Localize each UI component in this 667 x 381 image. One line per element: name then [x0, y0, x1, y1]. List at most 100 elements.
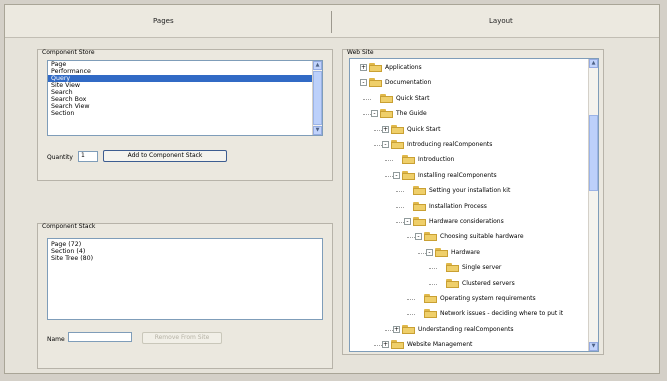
folder-icon [380, 93, 393, 103]
folder-icon [402, 155, 415, 165]
component-store-group: Component Store Page Performance Query Site… [37, 49, 333, 181]
folder-icon [369, 78, 382, 88]
component-stack-item[interactable]: Section (4) [48, 248, 322, 255]
quantity-input[interactable]: 1 [78, 151, 98, 162]
tree-node[interactable]: - Hardware considerations [404, 215, 504, 229]
scroll-down-icon[interactable]: ▼ [313, 126, 322, 135]
component-store-title: Component Store [42, 49, 95, 56]
folder-icon [446, 263, 459, 273]
tree-scroll-up-icon[interactable]: ▲ [589, 59, 598, 68]
expand-icon[interactable]: + [382, 341, 389, 349]
tree-scroll-thumb[interactable] [589, 115, 598, 191]
tree-node[interactable]: Quick Start [371, 92, 430, 106]
tree-node-label: Introduction [418, 156, 455, 164]
tree-node-label: Clustered servers [462, 279, 515, 287]
layout-column-title: Layout [489, 17, 513, 25]
tree-node[interactable]: + Website Management [382, 338, 473, 351]
component-store-item[interactable]: Site View [48, 82, 322, 89]
tree-node[interactable]: - Introducing realComponents [382, 138, 492, 152]
tree-node[interactable]: - Hardware [426, 246, 480, 260]
expand-icon[interactable]: + [360, 64, 367, 71]
tree-node[interactable]: Operating system requirements [415, 292, 536, 306]
tree-node[interactable]: Installation Process [404, 200, 487, 214]
scroll-thumb[interactable] [313, 71, 322, 125]
tree-node-label: Introducing realComponents [407, 141, 493, 148]
tree-node-label: The Guide [396, 110, 427, 118]
name-label: Name [47, 336, 65, 343]
tree-node-label: Quick Start [396, 94, 430, 102]
tree-node-label: Installing realComponents [418, 171, 497, 179]
collapse-icon[interactable]: - [393, 171, 400, 179]
pages-column-title: Pages [153, 17, 174, 25]
folder-icon [402, 324, 415, 334]
component-store-item[interactable]: Performance [48, 68, 322, 75]
tree-node[interactable]: - Documentation [360, 76, 431, 90]
folder-icon [380, 109, 393, 119]
tree-node[interactable]: Introduction [393, 153, 454, 167]
component-store-item[interactable]: Section [48, 110, 322, 117]
expand-icon[interactable]: + [382, 125, 389, 133]
tree-node-label: Documentation [385, 79, 432, 87]
collapse-icon[interactable]: - [426, 248, 433, 256]
component-stack-item[interactable]: Site Tree (80) [48, 255, 322, 262]
tree-node-label: Setting your installation kit [429, 187, 511, 195]
component-store-item[interactable]: Search [48, 89, 322, 96]
tree-node-label: Single server [462, 264, 502, 272]
folder-icon [402, 170, 415, 180]
name-input[interactable] [68, 332, 132, 342]
tree-node[interactable]: - The Guide [371, 107, 427, 121]
tree-scroll-down-icon[interactable]: ▼ [589, 342, 598, 351]
folder-icon [424, 294, 437, 303]
folder-icon [391, 340, 404, 350]
folder-icon [413, 186, 426, 196]
tree-node[interactable]: + Understanding realComponents [393, 323, 513, 337]
folder-icon [446, 278, 459, 288]
folder-icon [391, 124, 404, 134]
collapse-icon[interactable]: - [371, 110, 378, 118]
column-divider[interactable] [331, 11, 332, 33]
remove-from-site-button[interactable]: Remove From Site [142, 332, 222, 344]
tree-node-label: Applications [385, 64, 422, 71]
tree-node[interactable]: Single server [437, 261, 501, 275]
collapse-icon[interactable]: - [382, 141, 389, 148]
component-store-item[interactable]: Query [48, 75, 322, 82]
tree-node[interactable]: Network issues - deciding where to put i… [415, 307, 563, 321]
tree-node[interactable]: + Applications [360, 61, 422, 75]
tree-node-label: Website Management [407, 341, 473, 349]
header-bar: Pages Layout [5, 5, 659, 38]
tree-node-label: Hardware considerations [429, 218, 504, 225]
expand-icon[interactable]: + [393, 325, 400, 333]
tree-node[interactable]: Setting your installation kit [404, 184, 510, 198]
component-stack-group: Component Stack Page (72) Section (4) Site… [37, 223, 333, 369]
component-stack-title: Component Stack [42, 223, 96, 230]
collapse-icon[interactable]: - [415, 233, 422, 241]
scroll-up-icon[interactable]: ▲ [313, 61, 322, 70]
collapse-icon[interactable]: - [404, 218, 411, 225]
component-store-item[interactable]: Search Box [48, 96, 322, 103]
tree-node-label: Understanding realComponents [418, 325, 514, 333]
tree-node-label: Operating system requirements [440, 295, 536, 302]
tree-node-label: Quick Start [407, 125, 441, 133]
component-store-scrollbar[interactable]: ▲ ▼ [312, 61, 322, 135]
tree-node-label: Network issues - deciding where to put i… [440, 310, 564, 318]
component-stack-list[interactable]: Page (72) Section (4) Site Tree (80) [47, 238, 323, 320]
web-site-group: Web Site + Applications - Documentation Quic… [342, 49, 604, 355]
tree-node[interactable]: Clustered servers [437, 277, 515, 291]
folder-icon [413, 217, 426, 226]
add-to-component-stack-button[interactable]: Add to Component Stack [103, 150, 227, 162]
component-store-item[interactable]: Page [48, 61, 322, 68]
tree-node[interactable]: - Installing realComponents [393, 169, 497, 183]
site-tree[interactable]: + Applications - Documentation Quick Start - T… [349, 58, 599, 352]
tree-node-label: Choosing suitable hardware [440, 233, 524, 241]
quantity-label: Quantity [47, 154, 73, 161]
component-store-list[interactable]: Page Performance Query Site View Search Searc… [47, 60, 323, 136]
folder-icon [424, 232, 437, 242]
tree-node[interactable]: + Quick Start [382, 123, 441, 137]
collapse-icon[interactable]: - [360, 79, 367, 87]
component-store-item[interactable]: Search View [48, 103, 322, 110]
site-tree-scrollbar[interactable]: ▲ ▼ [588, 59, 598, 351]
web-site-title: Web Site [347, 49, 374, 56]
component-stack-item[interactable]: Page (72) [48, 241, 322, 248]
main-window: Pages Layout Component Store Page Perform… [4, 4, 660, 374]
tree-node[interactable]: - Choosing suitable hardware [415, 230, 524, 244]
